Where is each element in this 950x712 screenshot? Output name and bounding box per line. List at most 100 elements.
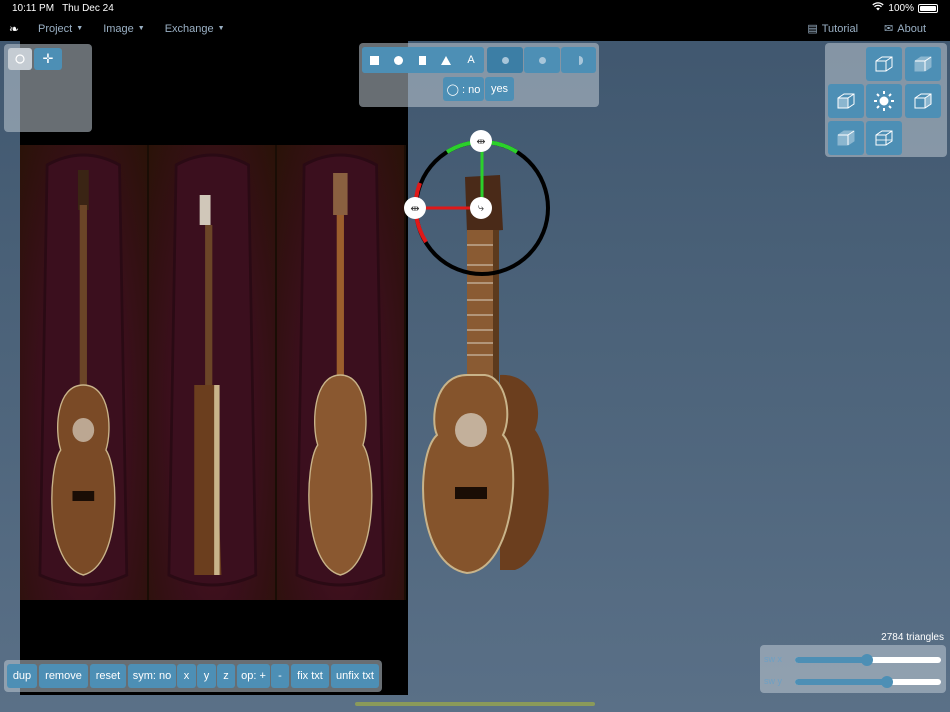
view-cube-panel [825, 43, 947, 157]
select-mode-button[interactable] [8, 48, 32, 70]
home-indicator [355, 702, 595, 706]
photo-panel-side [148, 145, 278, 600]
dot-icon [538, 56, 546, 64]
cube-right-icon [914, 93, 932, 109]
image-canvas-top [92, 41, 362, 146]
about-link[interactable]: ✉ About [874, 22, 936, 36]
cube-left-icon [837, 93, 855, 109]
triangle-count: 2784 triangles [881, 632, 944, 643]
op-plus-button[interactable]: op: + [237, 664, 270, 688]
move-cross-icon: ✛ [42, 51, 54, 66]
slider-panel: sw x sw y [760, 645, 946, 693]
sw-y-knob[interactable] [880, 676, 893, 688]
cube-front-icon [875, 56, 893, 72]
sw-y-slider[interactable] [795, 676, 941, 688]
unfix-txt-button[interactable]: unfix txt [331, 664, 379, 688]
dup-button[interactable]: dup [7, 664, 37, 688]
sym-button[interactable]: sym: no [128, 664, 176, 688]
sw-y-fill [795, 679, 887, 685]
book-icon: ▤ [807, 23, 818, 35]
bottom-toolbar: dup remove reset sym: no x y z op: + - f… [4, 660, 382, 692]
status-date: Thu Dec 24 [62, 2, 114, 14]
menu-project-label: Project [38, 22, 73, 35]
view-bottom-button[interactable] [866, 121, 902, 155]
circle-icon [393, 55, 403, 65]
mode-panel: ✛ [4, 44, 92, 132]
light-icon [874, 91, 894, 111]
dot-icon [501, 56, 509, 64]
status-time: 10:11 PM [12, 2, 55, 14]
photo-panel-back [277, 145, 407, 600]
add-cylinder-button[interactable] [410, 47, 434, 73]
add-text-button[interactable]: A [458, 47, 484, 73]
rotate-arrow-icon: ⤷ [477, 201, 485, 214]
cube-top-icon [914, 56, 932, 72]
menu-exchange[interactable]: Exchange ▼ [155, 23, 235, 35]
app-logo-icon[interactable]: ❧ [0, 22, 28, 36]
view-right-button[interactable] [905, 84, 941, 118]
sym-x-button[interactable]: x [177, 664, 196, 688]
fix-txt-button[interactable]: fix txt [291, 664, 329, 688]
op-label: op: + [241, 670, 266, 682]
light-button[interactable] [866, 84, 902, 118]
fix-txt-label: fix txt [297, 670, 323, 682]
op-minus-button[interactable]: - [271, 664, 289, 688]
view-left-button[interactable] [828, 84, 864, 118]
reset-label: reset [95, 670, 121, 682]
texture-photo [20, 145, 407, 600]
caret-down-icon: ▼ [137, 25, 145, 32]
cube-bottom-icon [875, 130, 893, 146]
caret-down-icon: ▼ [76, 25, 84, 32]
view-top-button[interactable] [905, 47, 941, 81]
remove-label: remove [45, 670, 82, 682]
mail-icon: ✉ [884, 23, 894, 35]
remove-button[interactable]: remove [39, 664, 88, 688]
sw-x-label: sw x [764, 654, 782, 664]
tutorial-label: Tutorial [821, 22, 859, 35]
tutorial-link[interactable]: ▤ Tutorial [797, 22, 868, 36]
caret-down-icon: ▼ [217, 25, 225, 32]
dup-label: dup [12, 670, 32, 682]
sw-x-slider[interactable] [795, 654, 941, 666]
view-mode-smooth-button[interactable] [524, 47, 560, 73]
sw-x-knob[interactable] [860, 654, 873, 666]
sym-z-label: z [223, 670, 229, 682]
half-disc-icon [578, 55, 583, 65]
sw-y-label: sw y [764, 676, 782, 686]
view-mode-solid-button[interactable] [487, 47, 523, 73]
sym-y-button[interactable]: y [197, 664, 216, 688]
unfix-txt-label: unfix txt [336, 670, 374, 682]
loop-no-label: ◯ : no [446, 83, 481, 96]
op-minus-label: - [278, 670, 282, 682]
menu-project[interactable]: Project ▼ [28, 23, 93, 35]
sym-z-button[interactable]: z [217, 664, 235, 688]
rect-icon [418, 55, 426, 65]
sym-label: sym: no [132, 670, 172, 682]
sw-x-fill [795, 657, 867, 663]
menu-image-label: Image [103, 22, 134, 35]
view-front-button[interactable] [866, 47, 902, 81]
wifi-icon [872, 2, 885, 14]
shape-toolbar: A ◯ : no yes [359, 43, 599, 107]
move-y-handle[interactable]: ⇹ [470, 130, 492, 152]
sym-y-label: y [203, 670, 210, 682]
battery-percent: 100% [888, 2, 914, 14]
loop-yes-button[interactable]: yes [485, 77, 514, 101]
reset-button[interactable]: reset [90, 664, 126, 688]
move-x-handle[interactable]: ⇹ [404, 197, 426, 219]
menu-image[interactable]: Image ▼ [93, 23, 155, 35]
move-mode-button[interactable]: ✛ [34, 48, 62, 70]
add-cone-button[interactable] [434, 47, 458, 73]
menu-bar: ❧ Project ▼ Image ▼ Exchange ▼ ▤ Tutorial ✉… [0, 16, 950, 41]
triangle-icon [441, 55, 451, 65]
add-sphere-button[interactable] [386, 47, 410, 73]
add-square-button[interactable] [362, 47, 386, 73]
rotate-handle[interactable]: ⤷ [470, 197, 492, 219]
battery-icon [918, 3, 938, 13]
view-mode-half-button[interactable] [561, 47, 596, 73]
view-back-button[interactable] [828, 121, 864, 155]
loop-no-button[interactable]: ◯ : no [443, 77, 484, 101]
sym-x-label: x [183, 670, 190, 682]
status-bar: 10:11 PM Thu Dec 24 100% [0, 0, 950, 16]
circle-outline-icon [15, 54, 25, 64]
